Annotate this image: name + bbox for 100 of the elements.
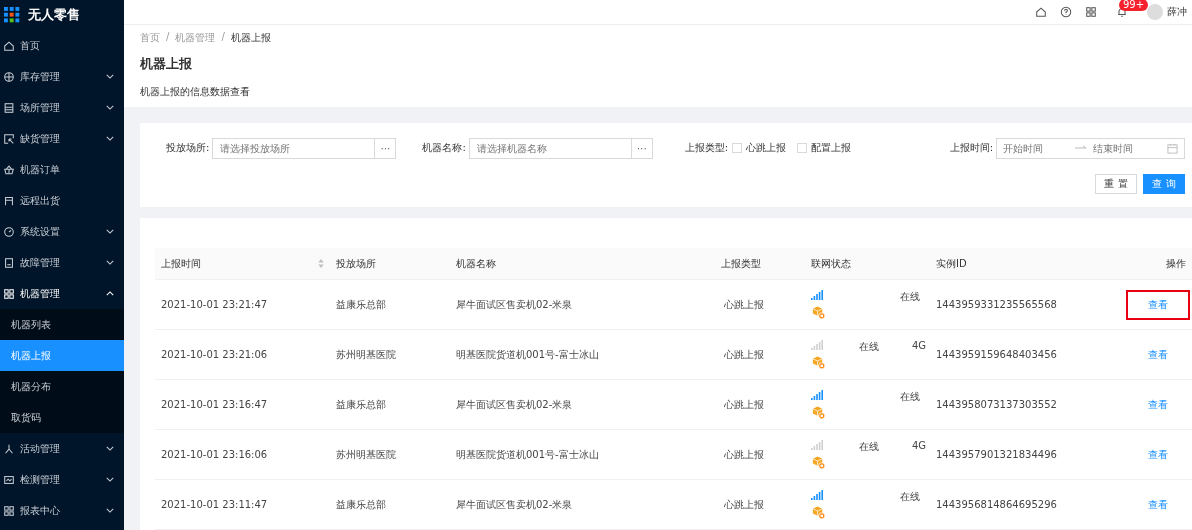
sidebar-item[interactable]: 检测管理 — [0, 464, 124, 495]
field-label: 上报时间: — [949, 141, 993, 156]
table-cell: 犀牛面试区售卖机02-米泉 — [450, 380, 715, 430]
status-text: 在线 — [900, 490, 921, 504]
table-cell: 苏州明基医院 — [330, 430, 450, 480]
chevron-down-icon — [106, 229, 114, 234]
sidebar-item[interactable]: 缺货管理 — [0, 123, 124, 154]
chevron-down-icon — [106, 477, 114, 482]
gate-icon — [3, 194, 15, 207]
status-text: 在线 — [900, 290, 921, 304]
field-label: 投放场所: — [166, 141, 210, 156]
submenu-item[interactable]: 机器分布 — [0, 371, 124, 402]
help-icon[interactable] — [1060, 5, 1072, 18]
sidebar-item[interactable]: 首页 — [0, 30, 124, 61]
sidebar-item[interactable]: 机器订单 — [0, 154, 124, 185]
submenu-item[interactable]: 机器列表 — [0, 309, 124, 340]
sidebar-item[interactable]: 系统设置 — [0, 216, 124, 247]
table-cell: 2021-10-01 23:11:47 — [155, 480, 330, 530]
table-cell: 心跳上报 — [715, 380, 805, 430]
reset-button[interactable]: 重 置 — [1095, 173, 1137, 194]
home-icon — [3, 39, 15, 52]
table-cell: 益康乐总部 — [330, 280, 450, 330]
table-cell: 1443959331235565568 — [930, 280, 1120, 330]
checkbox-label[interactable]: 配置上报 — [811, 141, 852, 156]
column-header: 机器名称 — [450, 248, 715, 280]
network-type: 4G — [911, 440, 927, 451]
chevron-down-icon — [106, 74, 114, 79]
breadcrumb-separator: / — [166, 30, 170, 44]
sidebar-item[interactable]: 故障管理 — [0, 247, 124, 278]
table-cell: 2021-10-01 23:21:06 — [155, 330, 330, 380]
chevron-down-icon — [106, 446, 114, 451]
package-icon — [811, 355, 826, 370]
sidebar-item[interactable]: 库存管理 — [0, 61, 124, 92]
column-header: 联网状态 — [805, 248, 930, 280]
chevron-down-icon — [106, 105, 114, 110]
sidebar-item[interactable]: 机器管理 — [0, 278, 124, 309]
package-icon — [811, 505, 826, 520]
table-cell: 心跳上报 — [715, 430, 805, 480]
network-type: 4G — [911, 340, 927, 351]
chevron-down-icon — [106, 508, 114, 513]
grid-icon — [3, 504, 15, 517]
chevron-down-icon — [106, 136, 114, 141]
column-header: 操作 — [1120, 248, 1192, 280]
checkbox[interactable] — [797, 143, 808, 154]
sidebar-item[interactable]: 活动管理 — [0, 433, 124, 464]
chevron-down-icon — [106, 260, 114, 265]
table-cell: 心跳上报 — [715, 330, 805, 380]
page-title: 机器上报 — [140, 54, 193, 73]
field-label: 上报类型: — [684, 141, 729, 156]
table-cell: 心跳上报 — [715, 480, 805, 530]
cursor-box-icon — [3, 132, 15, 145]
table-cell: 1443959159648403456 — [930, 330, 1120, 380]
calendar-icon — [1167, 142, 1178, 154]
notification-badge: 99+ — [1119, 0, 1149, 11]
table-cell: 益康乐总部 — [330, 480, 450, 530]
status-text: 在线 — [858, 440, 879, 454]
field-label: 机器名称: — [422, 141, 466, 156]
list-icon — [3, 101, 15, 114]
package-icon — [811, 405, 826, 420]
table-cell: 益康乐总部 — [330, 380, 450, 430]
gauge-icon — [3, 225, 15, 238]
column-header[interactable]: 上报时间 — [155, 248, 330, 280]
place-select-field[interactable]: 请选择投放场所 ··· — [212, 137, 397, 159]
submenu-item[interactable]: 取货码 — [0, 402, 124, 433]
column-header: 上报类型 — [715, 248, 805, 280]
grid-icon[interactable] — [1085, 5, 1097, 18]
arrow-icon — [1075, 145, 1087, 152]
chevron-up-icon — [106, 291, 114, 296]
status-text: 在线 — [900, 390, 921, 404]
page-description: 机器上报的信息数据查看 — [140, 84, 251, 99]
sidebar-item[interactable]: 远程出货 — [0, 185, 124, 216]
user-name[interactable]: 薛冲 — [1167, 4, 1187, 19]
globe-icon — [3, 70, 15, 83]
checkbox[interactable] — [732, 143, 743, 154]
machine-select-field[interactable]: 请选择机器名称 ··· — [468, 137, 653, 159]
package-icon — [811, 305, 826, 320]
sidebar-item[interactable]: 报表中心 — [0, 495, 124, 526]
app-grid-icon — [4, 7, 20, 23]
table-cell: 心跳上报 — [715, 280, 805, 330]
home-icon[interactable] — [1035, 5, 1047, 18]
breadcrumb-item: 机器上报 — [230, 30, 271, 45]
nodes-icon — [3, 442, 15, 455]
column-header: 实例ID — [930, 248, 1120, 280]
table-cell: 1443957901321834496 — [930, 430, 1120, 480]
table-cell: 明基医院货道机001号-富士冰山 — [450, 330, 715, 380]
date-range-field[interactable]: 开始时间 结束时间 — [996, 137, 1185, 159]
status-text: 在线 — [858, 340, 879, 354]
table-cell: 1443956814864695296 — [930, 480, 1120, 530]
table-cell: 苏州明基医院 — [330, 330, 450, 380]
sidebar-item[interactable]: 场所管理 — [0, 92, 124, 123]
table-cell: 明基医院货道机001号-富士冰山 — [450, 430, 715, 480]
table-cell: 犀牛面试区售卖机02-米泉 — [450, 280, 715, 330]
app-title: 无人零售 — [28, 6, 80, 24]
checkbox-label[interactable]: 心跳上报 — [746, 141, 787, 156]
table-cell: 2021-10-01 23:21:47 — [155, 280, 330, 330]
package-icon — [811, 455, 826, 470]
monitor-icon — [3, 473, 15, 486]
table-cell: 2021-10-01 23:16:47 — [155, 380, 330, 430]
grid-icon — [3, 287, 15, 300]
table-cell: 犀牛面试区售卖机02-米泉 — [450, 480, 715, 530]
